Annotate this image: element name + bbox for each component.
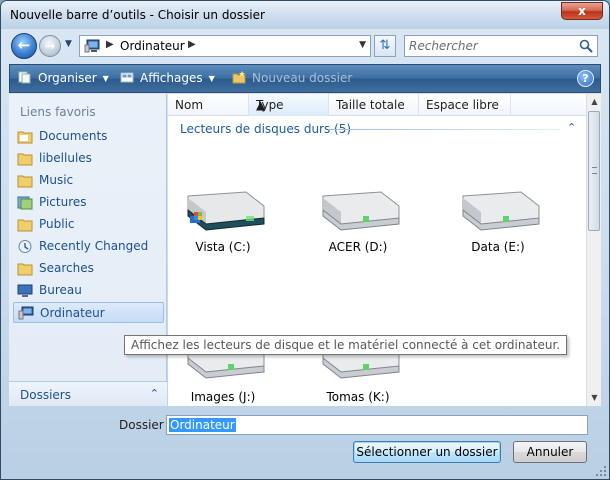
folders-toggle[interactable]: Dossiers ⌃: [9, 381, 167, 406]
refresh-button[interactable]: ⇅: [374, 35, 396, 57]
arrow-right-icon: →: [44, 39, 56, 53]
chevron-down-icon[interactable]: ▼: [359, 40, 366, 50]
sidebar-item-searches[interactable]: Searches: [13, 258, 164, 279]
drive-label: ACER (D:): [328, 240, 388, 254]
search-input[interactable]: [409, 38, 575, 54]
cancel-button[interactable]: Annuler: [513, 441, 587, 463]
help-icon[interactable]: ?: [577, 70, 594, 87]
search-box[interactable]: [404, 35, 598, 57]
scroll-up-icon[interactable]: ▲: [587, 94, 602, 110]
drive-item[interactable]: Data (E:): [443, 186, 553, 276]
new-folder-label: Nouveau dossier: [252, 71, 353, 85]
desktop-icon: [17, 284, 33, 297]
arrow-left-icon: ←: [17, 36, 31, 54]
vertical-scrollbar[interactable]: ▲ ▼: [586, 94, 601, 406]
sort-ascending-icon: ▲: [256, 98, 266, 112]
scroll-down-icon[interactable]: ▼: [587, 390, 602, 406]
chevron-up-icon: ⌃: [149, 387, 159, 400]
recent-icon: [18, 240, 32, 253]
sidebar-item-public[interactable]: Public: [13, 214, 164, 235]
group-divider: [328, 129, 560, 130]
sidebar-item-ordinateur[interactable]: Ordinateur: [13, 302, 164, 323]
column-header-name[interactable]: Nom: [168, 94, 249, 116]
title-bar: Nouvelle barre d’outils - Choisir un dos…: [1, 1, 609, 29]
column-header-type[interactable]: Type ▲: [249, 94, 329, 116]
command-toolbar: Organiser ▼ Affichages ▼ Nouveau dossier ?: [9, 64, 601, 93]
folder-icon: [17, 219, 33, 232]
address-row: ← → ▼ ▶ Ordinateur ▶ ▼ ⇅: [1, 29, 609, 63]
organize-icon: [18, 71, 31, 84]
new-folder-button[interactable]: Nouveau dossier: [232, 71, 352, 85]
refresh-icon: ⇅: [379, 38, 391, 53]
organize-label: Organiser: [38, 71, 97, 85]
caret-down-icon: ▼: [102, 74, 109, 83]
breadcrumb-arrow-icon[interactable]: ▶: [188, 39, 196, 50]
folder-icon: [17, 263, 33, 276]
window-title: Nouvelle barre d’outils - Choisir un dos…: [10, 8, 265, 22]
resize-grip-icon[interactable]: [595, 465, 607, 477]
views-label: Affichages: [140, 71, 203, 85]
folder-icon: [17, 175, 33, 188]
organize-button[interactable]: Organiser ▼: [18, 71, 109, 85]
hard-drive-icon: [322, 191, 400, 231]
breadcrumb-arrow-icon[interactable]: ▶: [106, 39, 114, 50]
folders-label: Dossiers: [20, 388, 71, 402]
new-folder-icon: [232, 71, 246, 84]
pictures-icon: [17, 196, 33, 210]
sidebar-item-documents[interactable]: Documents: [13, 126, 164, 147]
close-button[interactable]: x: [561, 2, 603, 20]
chevron-up-icon[interactable]: ⌃: [567, 121, 576, 134]
navigation-pane: Liens favoris Documents libellules Music…: [9, 94, 167, 406]
sidebar-item-bureau[interactable]: Bureau: [13, 280, 164, 301]
breadcrumb-location[interactable]: Ordinateur: [120, 39, 185, 53]
forward-button[interactable]: →: [39, 35, 61, 57]
drive-item[interactable]: ACER (D:): [303, 186, 413, 276]
views-icon: [120, 72, 134, 83]
drive-label: Vista (C:): [195, 240, 251, 254]
history-dropdown-icon[interactable]: ▼: [65, 39, 72, 49]
folder-icon: [17, 153, 33, 166]
select-folder-button[interactable]: Sélectionner un dossier: [353, 441, 501, 463]
folder-icon: [17, 131, 33, 144]
computer-icon: [18, 306, 34, 320]
address-bar[interactable]: ▶ Ordinateur ▶ ▼: [79, 35, 371, 57]
favorites-header: Liens favoris: [20, 105, 96, 119]
folder-field-value[interactable]: Ordinateur: [169, 418, 236, 432]
group-header[interactable]: Lecteurs de disques durs (5): [180, 122, 351, 136]
folder-field[interactable]: Ordinateur: [166, 415, 588, 435]
caret-down-icon: ▼: [208, 74, 215, 83]
column-header-total-size[interactable]: Taille totale: [329, 94, 419, 116]
drive-label: Tomas (K:): [326, 390, 390, 404]
column-header-row: Nom Type ▲ Taille totale Espace libre: [168, 94, 586, 116]
hard-drive-icon: [462, 191, 540, 231]
column-header-free-space[interactable]: Espace libre: [419, 94, 511, 116]
views-button[interactable]: Affichages ▼: [120, 71, 215, 85]
scroll-thumb[interactable]: [588, 111, 600, 231]
computer-icon: [84, 39, 100, 53]
file-list-pane: Nom Type ▲ Taille totale Espace libre Le…: [168, 94, 601, 406]
drive-label: Images (J:): [190, 390, 256, 404]
hard-drive-icon: [187, 191, 265, 231]
sidebar-item-libellules[interactable]: libellules: [13, 148, 164, 169]
search-icon[interactable]: [579, 39, 593, 53]
back-button[interactable]: ←: [11, 33, 37, 59]
grip-icon: [592, 167, 597, 174]
drive-label: Data (E:): [471, 240, 525, 254]
sidebar-item-music[interactable]: Music: [13, 170, 164, 191]
sidebar-item-pictures[interactable]: Pictures: [13, 192, 164, 213]
tooltip: Affichez les lecteurs de disque et le ma…: [124, 335, 568, 355]
sidebar-item-recently-changed[interactable]: Recently Changed: [13, 236, 164, 257]
dialog-window: Nouvelle barre d’outils - Choisir un dos…: [0, 0, 610, 480]
drive-item[interactable]: Vista (C:): [168, 186, 278, 276]
folder-field-label: Dossier :: [119, 418, 172, 432]
